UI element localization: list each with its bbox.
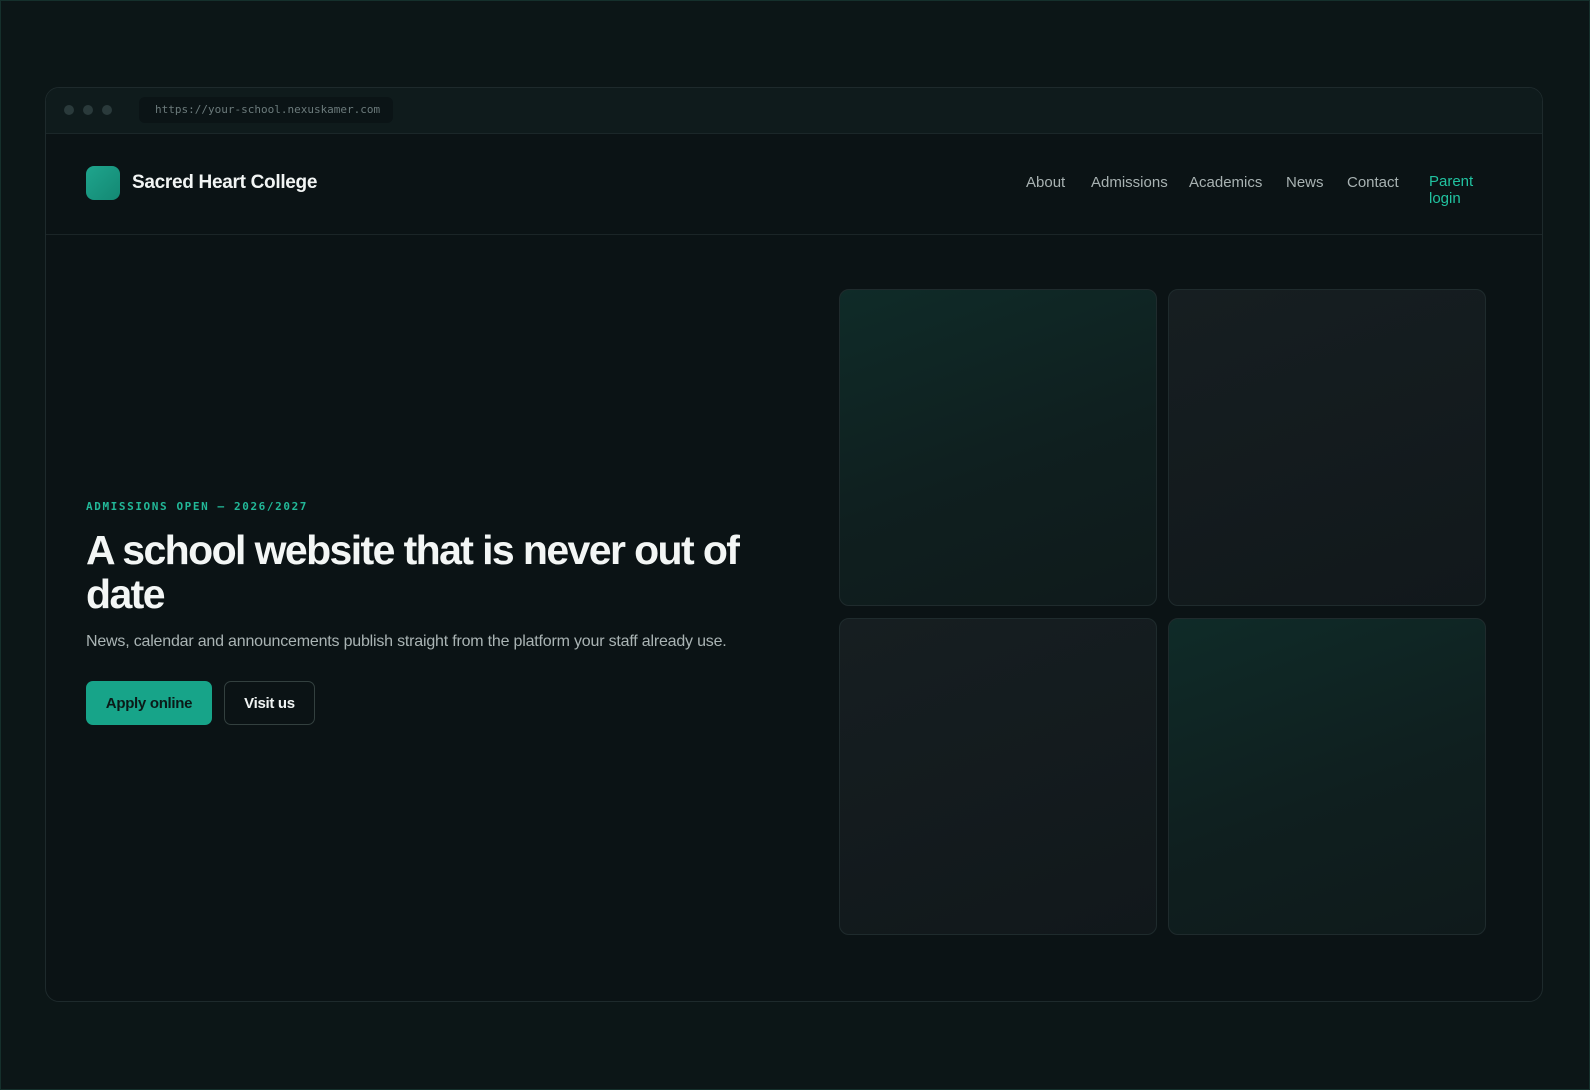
hero-eyebrow: ADMISSIONS OPEN — 2026/2027 — [86, 500, 309, 513]
main-nav: About Admissions Academics News Contact … — [46, 173, 1542, 214]
nav-link-news[interactable]: News — [1286, 174, 1324, 191]
browser-window: https://your-school.nexuskamer.com Sacre… — [45, 87, 1543, 1002]
window-maximize-dot-icon[interactable] — [102, 105, 112, 115]
apply-online-button[interactable]: Apply online — [86, 681, 212, 725]
hero-headline: A school website that is never out of da… — [86, 527, 740, 617]
hero-image-tile — [839, 289, 1157, 606]
nav-link-about[interactable]: About — [1026, 174, 1065, 191]
nav-link-parent-login[interactable]: Parent login — [1429, 173, 1489, 207]
visit-us-button[interactable]: Visit us — [224, 681, 315, 725]
hero-subtext: News, calendar and announcements publish… — [86, 633, 727, 650]
window-minimize-dot-icon[interactable] — [83, 105, 93, 115]
address-bar[interactable]: https://your-school.nexuskamer.com — [139, 97, 393, 123]
site-header: Sacred Heart College About Admissions Ac… — [46, 133, 1542, 235]
nav-link-admissions[interactable]: Admissions — [1091, 174, 1168, 191]
nav-link-academics[interactable]: Academics — [1189, 174, 1262, 191]
nav-link-contact[interactable]: Contact — [1347, 174, 1399, 191]
window-close-dot-icon[interactable] — [64, 105, 74, 115]
hero-image-tile — [1168, 289, 1486, 606]
hero-image-tile — [1168, 618, 1486, 935]
browser-chrome: https://your-school.nexuskamer.com — [46, 88, 1542, 134]
hero-image-tile — [839, 618, 1157, 935]
